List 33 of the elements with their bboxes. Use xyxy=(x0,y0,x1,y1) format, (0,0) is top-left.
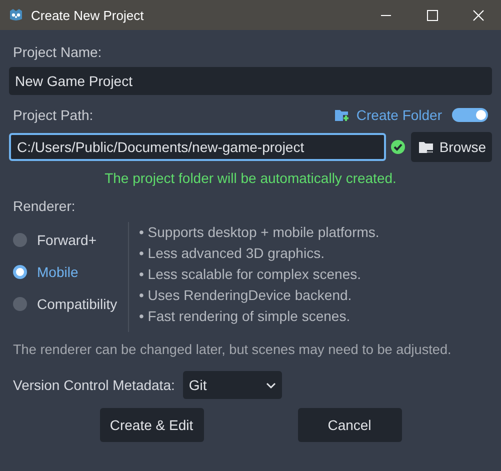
feature-item: • Less scalable for complex scenes. xyxy=(138,265,362,284)
feature-item: • Fast rendering of simple scenes. xyxy=(138,307,352,326)
maximize-icon xyxy=(426,10,438,20)
radio-label: Compatibility xyxy=(37,296,118,312)
browse-button[interactable]: Browse xyxy=(411,132,492,162)
status-message: The project folder will be automatically created. xyxy=(104,169,398,188)
version-control-dropdown[interactable]: Git xyxy=(182,371,282,399)
radio-label: Mobile xyxy=(37,264,78,280)
dialog-button[interactable]: Create & Edit xyxy=(100,408,204,442)
chevron-down-icon xyxy=(266,382,276,388)
app-logo-icon xyxy=(8,7,24,23)
radio-button[interactable] xyxy=(13,265,27,279)
window-title: Create New Project xyxy=(31,8,145,22)
project-path-field[interactable]: C:/Users/Public/Documents/new-game-project xyxy=(9,133,386,161)
close-icon xyxy=(472,10,484,20)
field-label: Version Control Metadata: xyxy=(13,377,175,393)
feature-item: • Uses RenderingDevice backend. xyxy=(138,286,353,305)
field-label: Project Name: xyxy=(12,43,103,62)
project-name-field[interactable]: New Game Project xyxy=(9,67,492,95)
radio-label: Forward+ xyxy=(37,232,97,248)
section-label: Renderer: xyxy=(12,197,76,216)
dialog-button[interactable]: Cancel xyxy=(298,408,402,442)
checkmark-icon xyxy=(390,139,406,155)
folder-icon xyxy=(418,139,434,155)
feature-item: • Less advanced 3D graphics. xyxy=(138,244,326,263)
field-label: Project Path: xyxy=(12,106,94,125)
radio-button[interactable] xyxy=(13,297,27,311)
radio-button[interactable] xyxy=(13,233,27,247)
feature-item: • Supports desktop + mobile platforms. xyxy=(138,223,380,242)
note-text: The renderer can be changed later, but scenes may need to be adjusted. xyxy=(12,342,452,357)
create-folder-toggle[interactable] xyxy=(452,108,488,122)
folder-plus-icon xyxy=(334,107,350,123)
create-folder-label: Create Folder xyxy=(356,107,442,123)
